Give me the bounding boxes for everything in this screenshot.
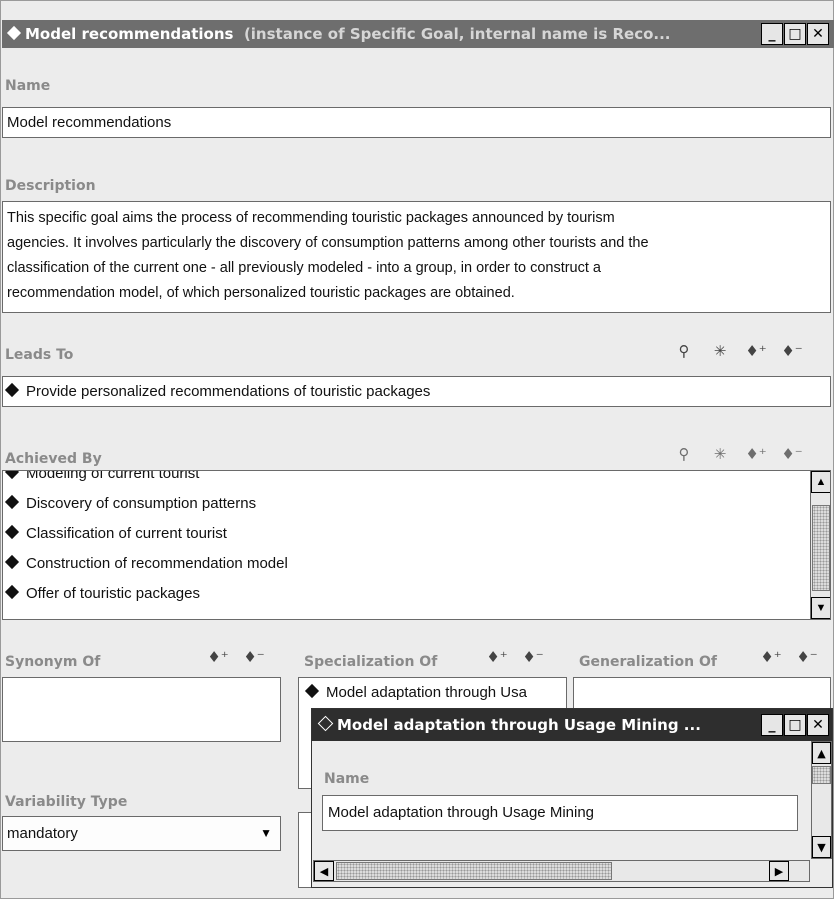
popup-hscroll-thumb[interactable] (336, 862, 612, 880)
popup-title: Model adaptation through Usage Mining ..… (337, 716, 701, 734)
diamond-icon (4, 584, 20, 600)
window-titlebar[interactable]: Model recommendations (instance of Speci… (2, 20, 834, 48)
chevron-down-icon[interactable]: ▼ (260, 817, 272, 850)
list-item[interactable]: Provide personalized recommendations of … (3, 377, 830, 406)
find-icon[interactable]: ⚲ (672, 339, 696, 363)
diamond-icon (6, 25, 22, 41)
remove-icon[interactable]: ♦⁻ (242, 645, 266, 669)
popup-name-field[interactable]: Model adaptation through Usage Mining (322, 795, 798, 831)
remove-icon[interactable]: ♦⁻ (795, 645, 819, 669)
scroll-thumb[interactable] (812, 505, 830, 591)
find-icon[interactable]: ⚲ (672, 442, 696, 466)
achieved-by-label: Achieved By (5, 451, 102, 467)
remove-icon[interactable]: ♦⁻ (521, 645, 545, 669)
description-label: Description (5, 178, 96, 194)
achieved-by-scrollbar[interactable]: ▲ ▼ (810, 471, 830, 619)
generalization-of-label: Generalization Of (579, 654, 717, 670)
synonym-of-list[interactable] (2, 677, 281, 742)
popup-name-label: Name (324, 771, 370, 787)
diamond-icon (4, 524, 20, 540)
window-title: Model recommendations (25, 25, 234, 43)
list-item-label: Discovery of consumption patterns (26, 495, 257, 512)
description-field[interactable]: This specific goal aims the process of r… (2, 201, 831, 313)
list-item-label: Modeling of current tourist (26, 470, 200, 482)
popup-vscrollbar[interactable]: ▲ ▼ (811, 741, 832, 859)
popup-scroll-left-button[interactable]: ◀ (314, 861, 334, 881)
leads-to-label: Leads To (5, 347, 74, 363)
add-icon[interactable]: ♦⁺ (744, 442, 768, 466)
diamond-icon (304, 683, 320, 699)
achieved-by-toolbar: ⚲ ✳ ♦⁺ ♦⁻ (672, 442, 804, 466)
add-icon[interactable]: ♦⁺ (759, 645, 783, 669)
list-item[interactable]: Model adaptation through Usa (299, 678, 566, 708)
list-item-label: Classification of current tourist (26, 525, 227, 542)
popup-scroll-thumb[interactable] (812, 766, 831, 784)
popup-maximize-button[interactable]: □ (784, 714, 806, 736)
popup-window[interactable]: Model adaptation through Usage Mining ..… (311, 708, 833, 888)
remove-icon[interactable]: ♦⁻ (780, 339, 804, 363)
popup-hscrollbar[interactable]: ◀ ▶ (313, 860, 810, 882)
scroll-up-button[interactable]: ▲ (811, 471, 830, 493)
window-controls: _ □ ✕ (760, 23, 829, 45)
specialization-of-label: Specialization Of (304, 654, 438, 670)
list-item[interactable]: Construction of recommendation model (3, 549, 288, 579)
diamond-icon (4, 494, 20, 510)
diamond-outline-icon (317, 715, 334, 732)
diamond-icon (4, 471, 20, 480)
name-label: Name (5, 78, 51, 94)
leads-to-toolbar: ⚲ ✳ ♦⁺ ♦⁻ (672, 339, 804, 363)
synonym-toolbar: ♦⁺ ♦⁻ (206, 645, 266, 669)
specialization-toolbar: ♦⁺ ♦⁻ (485, 645, 545, 669)
scroll-down-button[interactable]: ▼ (811, 597, 830, 619)
close-button[interactable]: ✕ (807, 23, 829, 45)
variability-type-select[interactable]: mandatory ▼ (2, 816, 281, 851)
popup-minimize-button[interactable]: _ (761, 714, 783, 736)
list-item[interactable]: Discovery of consumption patterns (3, 489, 288, 519)
popup-scroll-up-button[interactable]: ▲ (812, 742, 831, 764)
variability-type-label: Variability Type (5, 794, 128, 810)
list-item[interactable]: Offer of touristic packages (3, 579, 288, 609)
maximize-button[interactable]: □ (784, 23, 806, 45)
variability-type-value: mandatory (7, 825, 78, 842)
add-icon[interactable]: ♦⁺ (206, 645, 230, 669)
create-icon[interactable]: ✳ (708, 339, 732, 363)
name-field[interactable]: Model recommendations (2, 107, 831, 138)
create-icon[interactable]: ✳ (708, 442, 732, 466)
add-icon[interactable]: ♦⁺ (485, 645, 509, 669)
popup-close-button[interactable]: ✕ (807, 714, 829, 736)
list-item-label: Provide personalized recommendations of … (26, 383, 431, 400)
description-line: recommendation model, of which personali… (7, 285, 515, 301)
list-item-label: Construction of recommendation model (26, 555, 288, 572)
popup-scroll-down-button[interactable]: ▼ (812, 836, 831, 858)
synonym-of-label: Synonym Of (5, 654, 101, 670)
list-item-label: Model adaptation through Usa (326, 684, 527, 701)
diamond-icon (4, 382, 20, 398)
generalization-toolbar: ♦⁺ ♦⁻ (759, 645, 819, 669)
list-item[interactable]: Modeling of current tourist (3, 470, 288, 489)
popup-scroll-right-button[interactable]: ▶ (769, 861, 789, 881)
add-icon[interactable]: ♦⁺ (744, 339, 768, 363)
description-line: agencies. It involves particularly the d… (7, 235, 649, 251)
popup-titlebar[interactable]: Model adaptation through Usage Mining ..… (312, 709, 832, 741)
remove-icon[interactable]: ♦⁻ (780, 442, 804, 466)
window-subtitle: (instance of Specific Goal, internal nam… (243, 25, 671, 43)
minimize-button[interactable]: _ (761, 23, 783, 45)
list-item[interactable]: Classification of current tourist (3, 519, 288, 549)
popup-window-controls: _ □ ✕ (760, 714, 829, 736)
diamond-icon (4, 554, 20, 570)
list-item-label: Offer of touristic packages (26, 585, 200, 602)
achieved-by-list[interactable]: Modeling of current tourist Discovery of… (2, 470, 831, 620)
description-line: This specific goal aims the process of r… (7, 210, 615, 226)
description-line: classification of the current one - all … (7, 260, 601, 276)
leads-to-list[interactable]: Provide personalized recommendations of … (2, 376, 831, 407)
